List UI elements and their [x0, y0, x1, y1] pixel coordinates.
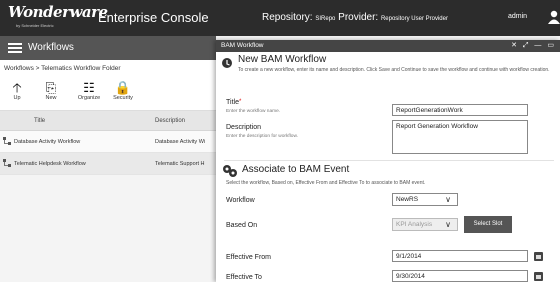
- chevron-down-icon: ∨: [445, 220, 451, 229]
- bam-workflow-dialog: BAM Workflow ✕ ⤢ — ▭ New BAM Workflow To…: [216, 40, 560, 282]
- table-row[interactable]: Telematic Helpdesk Workflow Telematic Su…: [0, 153, 216, 175]
- section-divider: [224, 160, 554, 161]
- based-on-select-value: KPI Analysis: [396, 221, 433, 228]
- workflow-icon: [3, 137, 11, 145]
- panel-title: Workflows: [28, 42, 74, 53]
- breadcrumb[interactable]: Workflows > Telematics Workflow Folder: [0, 60, 216, 77]
- user-name[interactable]: admin: [508, 13, 527, 20]
- calendar-icon[interactable]: [534, 272, 543, 281]
- title-hint: Enter the workflow name.: [226, 109, 281, 114]
- row-description: Telematic Support H: [155, 161, 205, 167]
- organize-button[interactable]: ☷ Organize: [74, 80, 104, 101]
- workflow-label: Workflow: [226, 197, 255, 204]
- description-hint: Enter the description for workflow.: [226, 134, 298, 139]
- workflows-panel: Workflows Workflows > Telematics Workflo…: [0, 36, 216, 282]
- row-title: Database Activity Workflow: [14, 139, 81, 145]
- provider-value: Repository User Provider: [380, 16, 448, 22]
- table-row[interactable]: Database Activity Workflow Database Acti…: [0, 131, 216, 153]
- organize-button-label: Organize: [77, 95, 101, 101]
- workflow-select[interactable]: NewRS ∨: [392, 193, 458, 206]
- repository-value: SIRepo: [315, 16, 336, 22]
- workflow-settings-icon: [222, 58, 232, 68]
- new-workflow-description: To create a new workflow, enter its name…: [238, 67, 550, 73]
- app-title: Enterprise Console: [98, 10, 209, 25]
- new-workflow-heading: New BAM Workflow: [238, 54, 327, 65]
- up-button[interactable]: 🡡 Up: [2, 80, 32, 101]
- bam-event-icon: [223, 165, 237, 177]
- table-header: Title Description: [0, 111, 216, 131]
- new-button-label: New: [45, 95, 57, 101]
- repository-label: Repository:: [262, 12, 313, 23]
- title-label-text: Title: [226, 99, 239, 106]
- toolbar: 🡡 Up ⎘ New ☷ Organize 🔒 Security: [0, 77, 216, 111]
- window-controls[interactable]: ✕ ⤢ — ▭: [511, 41, 556, 50]
- panel-header: Workflows: [0, 36, 216, 60]
- logo-text: Wonderware: [8, 3, 108, 21]
- logo-subtext: by Schneider Electric: [16, 23, 54, 28]
- row-description: Database Activity Wi: [155, 139, 206, 145]
- new-button[interactable]: ⎘ New: [36, 80, 66, 101]
- repository-info: Repository: SIRepo Provider: Repository …: [262, 12, 448, 23]
- description-textarea[interactable]: Report Generation Workflow: [392, 120, 528, 154]
- row-title: Telematic Helpdesk Workflow: [14, 161, 86, 167]
- title-input[interactable]: ReportGenerationWork: [392, 104, 528, 116]
- security-button[interactable]: 🔒 Security: [108, 80, 138, 101]
- dialog-title: BAM Workflow: [221, 42, 264, 49]
- based-on-select[interactable]: KPI Analysis ∨: [392, 218, 458, 231]
- organize-icon: ☷: [83, 80, 95, 95]
- associate-heading: Associate to BAM Event: [242, 164, 350, 175]
- column-title[interactable]: Title: [34, 118, 45, 124]
- hamburger-menu-icon[interactable]: [8, 43, 22, 53]
- effective-from-label: Effective From: [226, 254, 271, 261]
- arrow-up-icon: 🡡: [12, 80, 22, 95]
- column-description[interactable]: Description: [155, 118, 185, 124]
- description-label: Description: [226, 124, 262, 131]
- user-icon[interactable]: [548, 10, 560, 24]
- new-document-icon: ⎘: [45, 80, 57, 95]
- dialog-titlebar: BAM Workflow ✕ ⤢ — ▭: [216, 40, 560, 52]
- based-on-label: Based On: [226, 222, 258, 229]
- up-button-label: Up: [13, 95, 21, 101]
- associate-description: Select the workflow, Based on, Effective…: [226, 180, 426, 186]
- workflow-select-value: NewRS: [396, 196, 419, 203]
- title-label: Title*: [226, 99, 241, 106]
- workflow-icon: [3, 159, 11, 167]
- lock-icon: 🔒: [114, 80, 132, 95]
- top-bar: Wonderware by Schneider Electric Enterpr…: [0, 0, 560, 36]
- effective-from-input[interactable]: 9/1/2014: [392, 250, 528, 262]
- select-slot-button[interactable]: Select Slot: [464, 216, 512, 233]
- effective-to-label: Effective To: [226, 274, 262, 281]
- effective-to-input[interactable]: 9/30/2014: [392, 270, 528, 282]
- provider-label: Provider:: [338, 12, 379, 23]
- calendar-icon[interactable]: [534, 252, 543, 261]
- chevron-down-icon: ∨: [445, 195, 451, 204]
- required-marker: *: [238, 99, 242, 105]
- security-button-label: Security: [113, 95, 133, 101]
- wonderware-logo: Wonderware by Schneider Electric: [8, 3, 108, 31]
